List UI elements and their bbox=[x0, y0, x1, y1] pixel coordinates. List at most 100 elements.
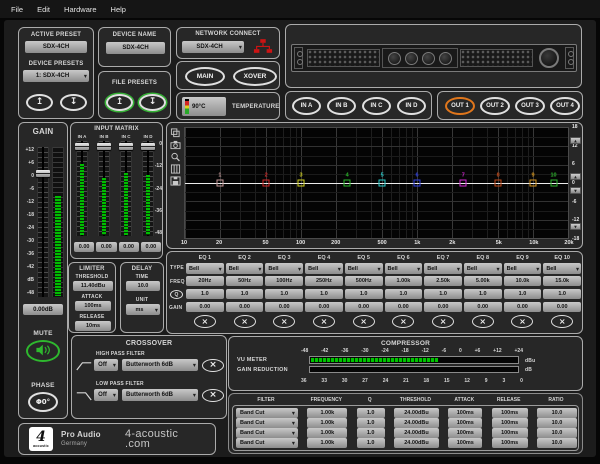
eq-bypass-button[interactable]: × bbox=[392, 315, 415, 328]
matrix-fader-cap[interactable] bbox=[97, 143, 111, 150]
eq-q-value[interactable]: 1.0 bbox=[344, 289, 383, 299]
eq-gain-value[interactable]: 0.00 bbox=[186, 302, 224, 312]
eq-bypass-button[interactable]: × bbox=[432, 315, 455, 328]
gain-fader[interactable] bbox=[36, 147, 50, 297]
lpf-type-select[interactable]: Butterworth 6dB bbox=[122, 389, 198, 401]
eq-band-marker[interactable]: 4 bbox=[343, 173, 351, 187]
network-device-select[interactable]: SDX-4CH bbox=[182, 41, 244, 53]
eq-freq-value[interactable]: 250Hz bbox=[305, 276, 343, 286]
gain-fader-cap[interactable] bbox=[36, 169, 50, 177]
delay-unit-select[interactable]: ms bbox=[126, 304, 160, 315]
magnifier-icon[interactable] bbox=[169, 152, 181, 162]
hpf-state-select[interactable]: Off bbox=[94, 359, 118, 371]
eq-q-value[interactable]: 1.0 bbox=[503, 289, 542, 299]
input-channel-button[interactable]: IN B bbox=[327, 97, 356, 115]
eq-band-marker[interactable]: 8 bbox=[494, 173, 502, 187]
limiter-attack-value[interactable]: 100ms bbox=[75, 301, 111, 311]
output-channel-button[interactable]: OUT 4 bbox=[550, 97, 580, 115]
eq-freq-value[interactable]: 15.0k bbox=[543, 276, 582, 286]
eq-type-select[interactable]: Bell bbox=[463, 263, 502, 274]
eq-freq-value[interactable]: 2.50k bbox=[424, 276, 462, 286]
filter-q-value[interactable]: 1.0 bbox=[356, 438, 385, 448]
eq-bypass-button[interactable]: × bbox=[233, 315, 256, 328]
eq-gain-value[interactable]: 0.00 bbox=[305, 302, 343, 312]
file-load-button[interactable]: ↥ bbox=[106, 94, 133, 111]
filter-type-select[interactable]: Band Cut bbox=[236, 408, 298, 418]
zoom-in-y-button[interactable]: ▲ bbox=[570, 137, 581, 144]
filter-frequency-value[interactable]: 1.00k bbox=[307, 428, 348, 438]
eq-band-marker[interactable]: 6 bbox=[413, 173, 421, 187]
input-channel-button[interactable]: IN D bbox=[397, 97, 426, 115]
filter-ratio-value[interactable]: 10.0 bbox=[536, 408, 577, 418]
eq-freq-value[interactable]: 500Hz bbox=[344, 276, 383, 286]
eq-gain-value[interactable]: 0.00 bbox=[225, 302, 264, 312]
eq-band-marker[interactable]: 1 bbox=[216, 173, 224, 187]
output-channel-button[interactable]: OUT 1 bbox=[445, 97, 475, 115]
brand-website[interactable]: 4-acoustic .com bbox=[125, 429, 178, 450]
file-save-button[interactable]: ↧ bbox=[139, 94, 166, 111]
eq-freq-value[interactable]: 50Hz bbox=[225, 276, 264, 286]
delay-time-value[interactable]: 10.0 bbox=[126, 281, 160, 291]
eq-gain-value[interactable]: 0.00 bbox=[265, 302, 304, 312]
eq-type-select[interactable]: Bell bbox=[225, 263, 264, 274]
filter-release-value[interactable]: 100ms bbox=[491, 408, 528, 418]
eq-gain-value[interactable]: 0.00 bbox=[424, 302, 462, 312]
hpf-type-select[interactable]: Butterworth 6dB bbox=[122, 359, 198, 371]
eq-type-select[interactable]: Bell bbox=[384, 263, 423, 274]
eq-gain-value[interactable]: 0.00 bbox=[543, 302, 582, 312]
eq-q-value[interactable]: 1.0 bbox=[186, 289, 224, 299]
eq-bypass-button[interactable]: × bbox=[352, 315, 375, 328]
matrix-fader[interactable] bbox=[119, 141, 133, 236]
eq-bypass-button[interactable]: × bbox=[511, 315, 534, 328]
eq-bypass-button[interactable]: × bbox=[471, 315, 494, 328]
eq-bypass-button[interactable]: × bbox=[551, 315, 574, 328]
eq-bypass-button[interactable]: × bbox=[273, 315, 296, 328]
camera-icon[interactable] bbox=[169, 140, 181, 150]
eq-q-value[interactable]: 1.0 bbox=[305, 289, 343, 299]
phase-button[interactable]: Φ0° bbox=[28, 392, 58, 412]
eq-freq-value[interactable]: 100Hz bbox=[265, 276, 304, 286]
matrix-fader[interactable] bbox=[75, 141, 89, 236]
scroll-up-button[interactable]: ▲ bbox=[570, 173, 581, 180]
zoom-out-y-button[interactable]: ▼ bbox=[570, 223, 581, 230]
matrix-fader-cap[interactable] bbox=[119, 143, 133, 150]
eq-freq-value[interactable]: 5.00k bbox=[463, 276, 502, 286]
preset-save-button[interactable]: ↧ bbox=[60, 94, 87, 111]
eq-gain-value[interactable]: 0.00 bbox=[344, 302, 383, 312]
lpf-state-select[interactable]: Off bbox=[94, 389, 118, 401]
output-channel-button[interactable]: OUT 3 bbox=[515, 97, 545, 115]
filter-attack-value[interactable]: 100ms bbox=[448, 418, 483, 428]
eq-q-value[interactable]: 1.0 bbox=[225, 289, 264, 299]
main-view-button[interactable]: MAIN bbox=[185, 67, 225, 86]
device-preset-select[interactable]: 1: SDX-4CH bbox=[23, 70, 89, 82]
eq-bypass-button[interactable]: × bbox=[312, 315, 335, 328]
filter-type-select[interactable]: Band Cut bbox=[236, 438, 298, 448]
scroll-down-button[interactable]: ▼ bbox=[570, 187, 581, 194]
menu-item[interactable]: Hardware bbox=[64, 5, 97, 14]
mute-button[interactable] bbox=[26, 340, 60, 362]
filter-release-value[interactable]: 100ms bbox=[491, 418, 528, 428]
filter-q-value[interactable]: 1.0 bbox=[356, 408, 385, 418]
limiter-release-value[interactable]: 10ms bbox=[75, 321, 111, 331]
eq-type-select[interactable]: Bell bbox=[186, 263, 224, 274]
filter-release-value[interactable]: 100ms bbox=[491, 438, 528, 448]
filter-threshold-value[interactable]: 24.00dBu bbox=[393, 438, 439, 448]
eq-q-value[interactable]: 1.0 bbox=[543, 289, 582, 299]
eq-type-select[interactable]: Bell bbox=[503, 263, 542, 274]
filter-ratio-value[interactable]: 10.0 bbox=[536, 428, 577, 438]
menu-item[interactable]: Edit bbox=[37, 5, 50, 14]
filter-ratio-value[interactable]: 10.0 bbox=[536, 438, 577, 448]
eq-type-select[interactable]: Bell bbox=[543, 263, 582, 274]
save-icon[interactable] bbox=[169, 176, 181, 186]
eq-type-select[interactable]: Bell bbox=[424, 263, 462, 274]
eq-band-marker[interactable]: 9 bbox=[529, 173, 537, 187]
eq-type-select[interactable]: Bell bbox=[265, 263, 304, 274]
filter-release-value[interactable]: 100ms bbox=[491, 428, 528, 438]
filter-attack-value[interactable]: 100ms bbox=[448, 408, 483, 418]
input-channel-button[interactable]: IN A bbox=[292, 97, 321, 115]
eq-gain-value[interactable]: 0.00 bbox=[503, 302, 542, 312]
hpf-bypass-button[interactable]: × bbox=[202, 359, 224, 372]
output-channel-button[interactable]: OUT 2 bbox=[480, 97, 510, 115]
eq-band-marker[interactable]: 7 bbox=[459, 173, 467, 187]
eq-bypass-button[interactable]: × bbox=[193, 315, 216, 328]
